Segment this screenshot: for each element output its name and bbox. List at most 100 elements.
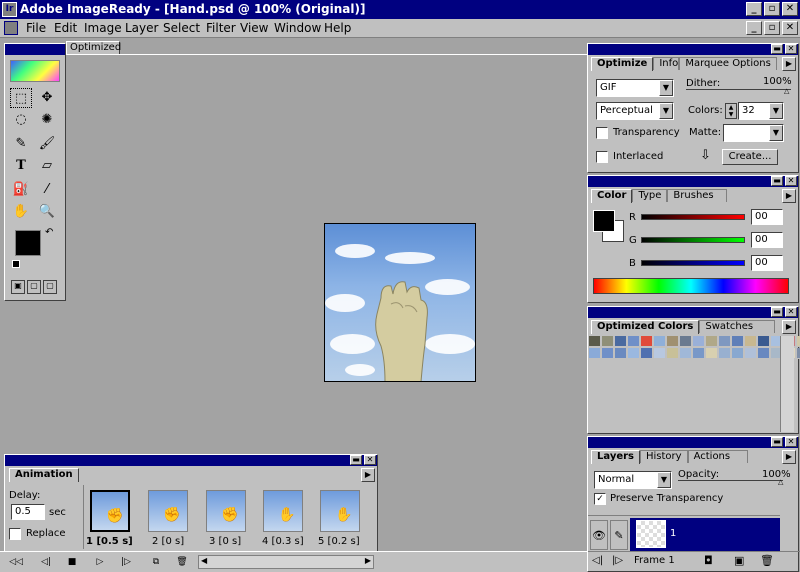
prev-frame-icon[interactable]: ◁| [38, 555, 54, 569]
replace-checkbox[interactable] [9, 528, 21, 540]
slider-handle-icon[interactable]: △ [784, 87, 789, 95]
screen-mode-full-icon[interactable]: ▢ [43, 280, 57, 294]
next-frame-icon[interactable]: |▷ [118, 555, 134, 569]
trash-icon[interactable]: 🗑 [174, 555, 190, 569]
trash-icon[interactable]: 🗑 [760, 554, 774, 567]
stop-icon[interactable]: ■ [64, 555, 80, 569]
scroll-right-icon[interactable]: ▶ [365, 556, 371, 565]
zoom-tool-icon[interactable]: 🔍 [36, 202, 58, 222]
tab-marquee-options[interactable]: Marquee Options [679, 57, 777, 70]
maximize-button[interactable]: ▫ [764, 2, 780, 16]
tab-layers[interactable]: Layers [591, 450, 640, 464]
color-swatch[interactable] [641, 348, 653, 359]
panel-minimize-button[interactable]: ▬ [771, 437, 783, 447]
color-swatch[interactable] [693, 348, 705, 359]
color-swatch[interactable] [628, 348, 640, 359]
panel-menu-arrow-icon[interactable]: ▶ [782, 320, 796, 334]
color-swatch[interactable] [693, 336, 705, 347]
panel-close-button[interactable]: ✕ [785, 176, 797, 186]
doc-close-button[interactable]: ✕ [782, 21, 798, 35]
menu-layer[interactable]: Layer [125, 21, 158, 35]
tab-animation[interactable]: Animation [9, 468, 79, 482]
tab-optimize[interactable]: Optimize [591, 57, 654, 71]
move-tool-icon[interactable]: ✥ [36, 88, 58, 108]
panel-close-button[interactable]: ✕ [785, 44, 797, 54]
lasso-tool-icon[interactable]: ◌ [10, 110, 32, 130]
color-swatch[interactable] [589, 348, 601, 359]
color-swatch[interactable] [589, 336, 601, 347]
color-ramp[interactable] [593, 278, 789, 294]
color-swatch[interactable] [602, 348, 614, 359]
panel-menu-arrow-icon[interactable]: ▶ [782, 450, 796, 464]
menu-edit[interactable]: Edit [54, 21, 77, 35]
eye-icon[interactable]: 👁 [590, 520, 608, 550]
color-swatch[interactable] [758, 336, 770, 347]
tab-color[interactable]: Color [591, 189, 633, 203]
frame-thumbnail-5[interactable]: ✋ [320, 490, 360, 532]
green-slider[interactable] [641, 237, 745, 243]
droplet-icon[interactable]: ⇩ [700, 148, 711, 163]
first-frame-icon[interactable]: ◁◁ [8, 555, 24, 569]
colors-select[interactable]: 32 ▼ [738, 102, 784, 120]
frame-thumbnail-1[interactable]: ✊ [90, 490, 130, 532]
minimize-button[interactable]: _ [746, 2, 762, 16]
screen-mode-standard-icon[interactable]: ▣ [11, 280, 25, 294]
color-swatch[interactable] [641, 336, 653, 347]
marquee-tool-icon[interactable]: ⬚ [10, 88, 32, 108]
color-swatch[interactable] [745, 336, 757, 347]
color-swatch[interactable] [615, 348, 627, 359]
brush-icon[interactable]: ✎ [610, 520, 628, 550]
foreground-swatch[interactable] [593, 210, 615, 232]
next-frame-icon[interactable]: |▷ [612, 555, 623, 566]
color-swatch[interactable] [732, 336, 744, 347]
panel-menu-arrow-icon[interactable]: ▶ [361, 468, 375, 482]
frame-thumbnail-4[interactable]: ✋ [263, 490, 303, 532]
delay-field[interactable]: 0.5 [11, 504, 45, 520]
b-field[interactable]: 00 [751, 255, 783, 271]
color-swatch[interactable] [706, 336, 718, 347]
eyedropper-icon[interactable]: ⁄ [36, 180, 58, 200]
close-button[interactable]: ✕ [782, 2, 798, 16]
document-icon[interactable] [4, 21, 18, 35]
doc-restore-button[interactable]: ▫ [764, 21, 780, 35]
tab-history[interactable]: History [640, 450, 688, 463]
frames-scrollbar[interactable]: ◀ ▶ [198, 555, 374, 569]
color-swatch[interactable] [667, 336, 679, 347]
foreground-color[interactable] [15, 230, 41, 256]
layer-row[interactable]: 1 [630, 518, 780, 552]
color-swatch[interactable] [745, 348, 757, 359]
screen-mode-full-menu-icon[interactable]: ▢ [27, 280, 41, 294]
panel-minimize-button[interactable]: ▬ [771, 44, 783, 54]
color-swatch[interactable] [680, 336, 692, 347]
colors-stepper[interactable]: ▲ ▼ [725, 103, 737, 119]
paint-bucket-icon[interactable]: ⛽ [10, 180, 32, 200]
preserve-transparency-checkbox[interactable]: ✓ [594, 493, 606, 505]
opacity-slider[interactable] [678, 480, 783, 481]
menu-filter[interactable]: Filter [206, 21, 236, 35]
menu-window[interactable]: Window [274, 21, 321, 35]
color-swatch[interactable] [667, 348, 679, 359]
pencil-tool-icon[interactable]: ✎ [10, 134, 32, 154]
color-swatch[interactable] [719, 336, 731, 347]
tab-actions[interactable]: Actions [687, 450, 748, 463]
default-colors-icon[interactable] [12, 260, 20, 268]
palette-select[interactable]: Perceptual ▼ [596, 102, 674, 120]
app-icon[interactable]: Ir [2, 2, 17, 17]
panel-minimize-button[interactable]: ▬ [771, 176, 783, 186]
color-swatch[interactable] [758, 348, 770, 359]
blend-mode-select[interactable]: Normal ▼ [594, 471, 672, 489]
r-field[interactable]: 00 [751, 209, 783, 225]
tab-swatches[interactable]: Swatches [699, 320, 776, 333]
new-layer-icon[interactable]: ▣ [734, 554, 744, 567]
prev-frame-icon[interactable]: ◁| [592, 555, 603, 566]
panel-close-button[interactable]: ✕ [785, 437, 797, 447]
tab-optimized-colors[interactable]: Optimized Colors [591, 320, 700, 334]
color-swatch[interactable] [680, 348, 692, 359]
color-swatch[interactable] [654, 348, 666, 359]
color-swatch[interactable] [719, 348, 731, 359]
menu-help[interactable]: Help [324, 21, 351, 35]
create-button[interactable]: Create... [722, 149, 778, 165]
panel-close-button[interactable]: ✕ [785, 307, 797, 317]
tab-optimized[interactable]: Optimized [66, 41, 121, 55]
blue-slider[interactable] [641, 260, 745, 266]
